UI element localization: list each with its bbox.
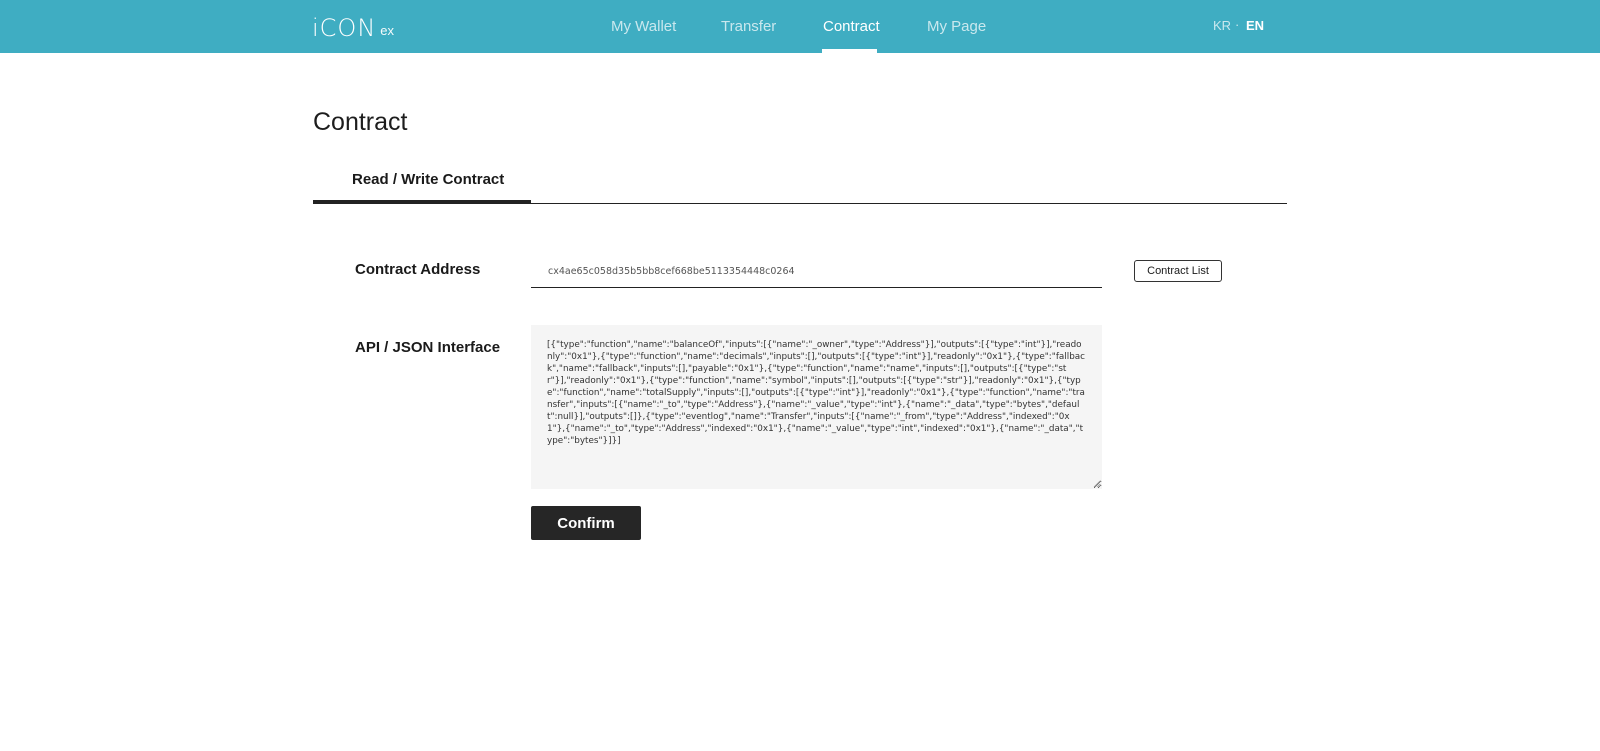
top-nav-bar: iCON ex My Wallet Transfer Contract My P… [0, 0, 1600, 53]
confirm-button[interactable]: Confirm [531, 506, 641, 540]
logo-main-text: iCON [312, 14, 377, 42]
nav-my-wallet[interactable]: My Wallet [611, 18, 676, 35]
logo-sub-text: ex [380, 23, 395, 38]
nav-my-page[interactable]: My Page [927, 18, 986, 35]
api-json-interface-textarea[interactable]: [{"type":"function","name":"balanceOf","… [531, 325, 1102, 489]
icon-ex-logo[interactable]: iCON ex [312, 12, 394, 40]
lang-kr[interactable]: KR [1213, 18, 1231, 33]
api-json-interface-label: API / JSON Interface [355, 339, 501, 356]
resize-handle-icon[interactable] [1093, 480, 1101, 488]
contract-list-button[interactable]: Contract List [1134, 260, 1222, 282]
nav-active-indicator [822, 49, 877, 53]
tab-read-write-contract[interactable]: Read / Write Contract [313, 160, 531, 204]
nav-contract[interactable]: Contract [823, 18, 880, 35]
contract-address-label: Contract Address [355, 261, 481, 278]
contract-address-input[interactable] [531, 256, 1102, 288]
tab-active-indicator [313, 200, 531, 204]
lang-separator: · [1235, 17, 1240, 32]
tab-label: Read / Write Contract [352, 171, 505, 188]
nav-transfer[interactable]: Transfer [721, 18, 776, 35]
page-title: Contract [313, 108, 408, 136]
lang-en[interactable]: EN [1246, 18, 1264, 33]
